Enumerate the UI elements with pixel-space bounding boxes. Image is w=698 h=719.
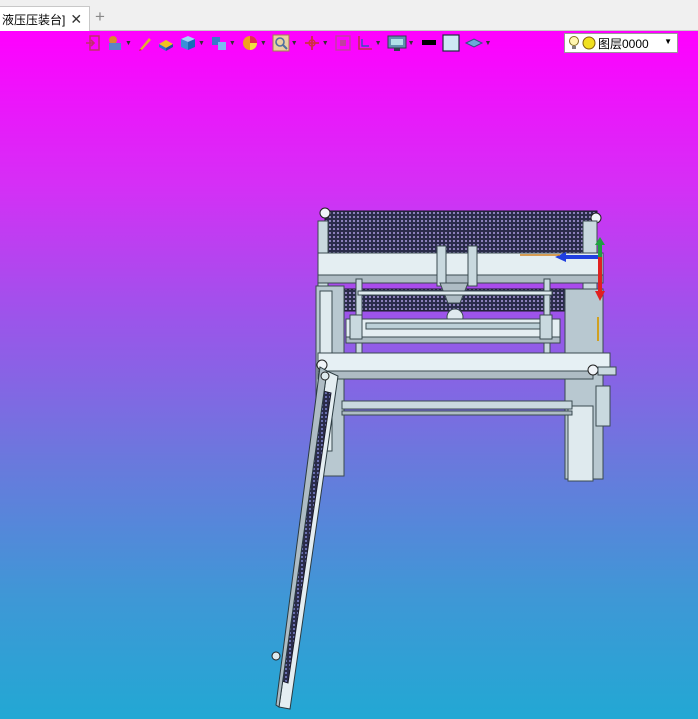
close-icon[interactable]: ✕ <box>70 11 82 28</box>
3d-viewport[interactable]: ▼ ▼ ▼ ▼ ▼ ▼ ▼ ▼ ▼ 图层0000 ▼ <box>0 31 698 719</box>
inclined-ramp <box>271 366 339 710</box>
press-assembly-model <box>271 207 617 710</box>
add-tab-icon[interactable]: + <box>95 8 105 26</box>
document-tab-label: 液压压装台] <box>2 12 66 27</box>
document-tab[interactable]: 液压压装台] ✕ <box>0 6 90 31</box>
press-plate <box>345 314 561 344</box>
tab-bar: 液压压装台] ✕ + <box>0 0 698 31</box>
